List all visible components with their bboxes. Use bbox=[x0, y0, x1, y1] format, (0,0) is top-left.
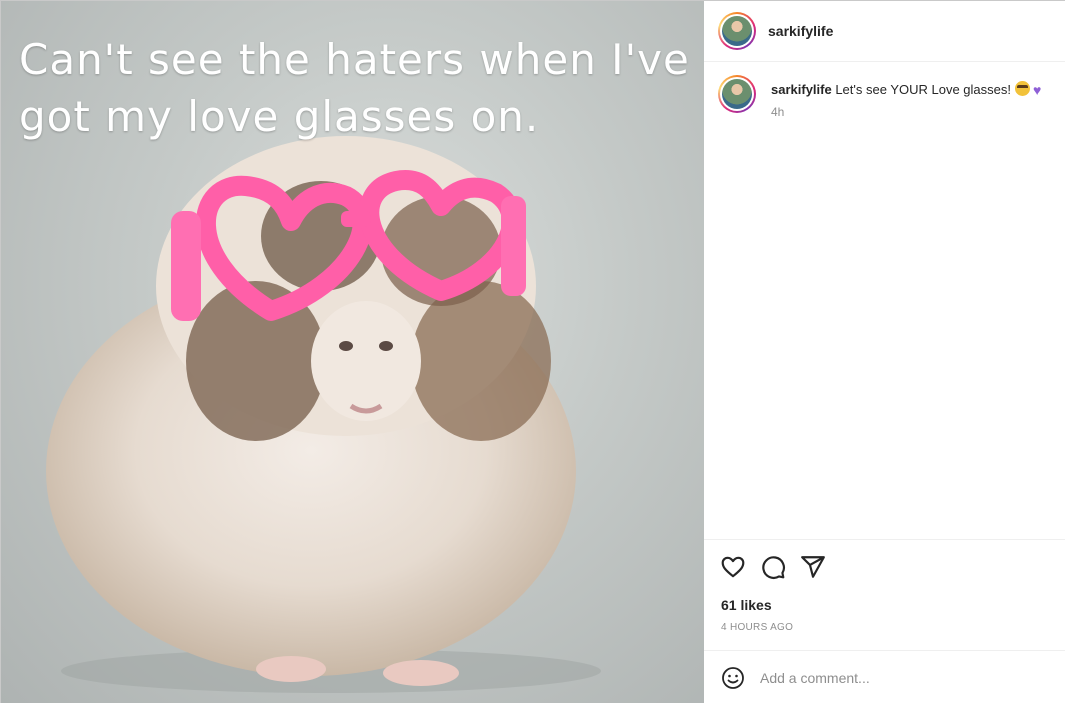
instagram-post-modal: Can't see the haters when I've got my lo… bbox=[0, 0, 1065, 703]
share-icon[interactable] bbox=[800, 554, 826, 580]
comment-icon[interactable] bbox=[760, 554, 786, 580]
avatar[interactable] bbox=[718, 75, 756, 113]
caption-body: Let's see YOUR Love glasses! bbox=[835, 82, 1011, 97]
add-comment-bar bbox=[704, 650, 1065, 703]
purple-heart-icon: ♥ bbox=[1033, 82, 1042, 98]
likes-count[interactable]: 61 likes bbox=[721, 597, 772, 613]
post-actions: 61 likes 4 HOURS AGO bbox=[704, 539, 1065, 650]
comment-timestamp[interactable]: 4h bbox=[771, 105, 784, 119]
comment-input[interactable] bbox=[760, 668, 1040, 688]
post-sidebar: sarkifylife sarkifylife Let's see YOUR L… bbox=[704, 1, 1065, 703]
avatar[interactable] bbox=[718, 12, 756, 50]
heart-eyes-glasses-emoji-icon bbox=[1015, 81, 1030, 96]
post-header: sarkifylife bbox=[704, 1, 1065, 62]
image-overlay-text: Can't see the haters when I've got my lo… bbox=[19, 35, 690, 141]
post-image[interactable]: Can't see the haters when I've got my lo… bbox=[1, 1, 704, 703]
heart-icon[interactable] bbox=[720, 554, 746, 580]
caption-text: sarkifylife Let's see YOUR Love glasses!… bbox=[771, 81, 1061, 98]
emoji-icon[interactable] bbox=[721, 666, 745, 690]
header-username[interactable]: sarkifylife bbox=[768, 23, 833, 39]
post-timestamp[interactable]: 4 HOURS AGO bbox=[721, 622, 793, 633]
caption-username[interactable]: sarkifylife bbox=[771, 82, 832, 97]
